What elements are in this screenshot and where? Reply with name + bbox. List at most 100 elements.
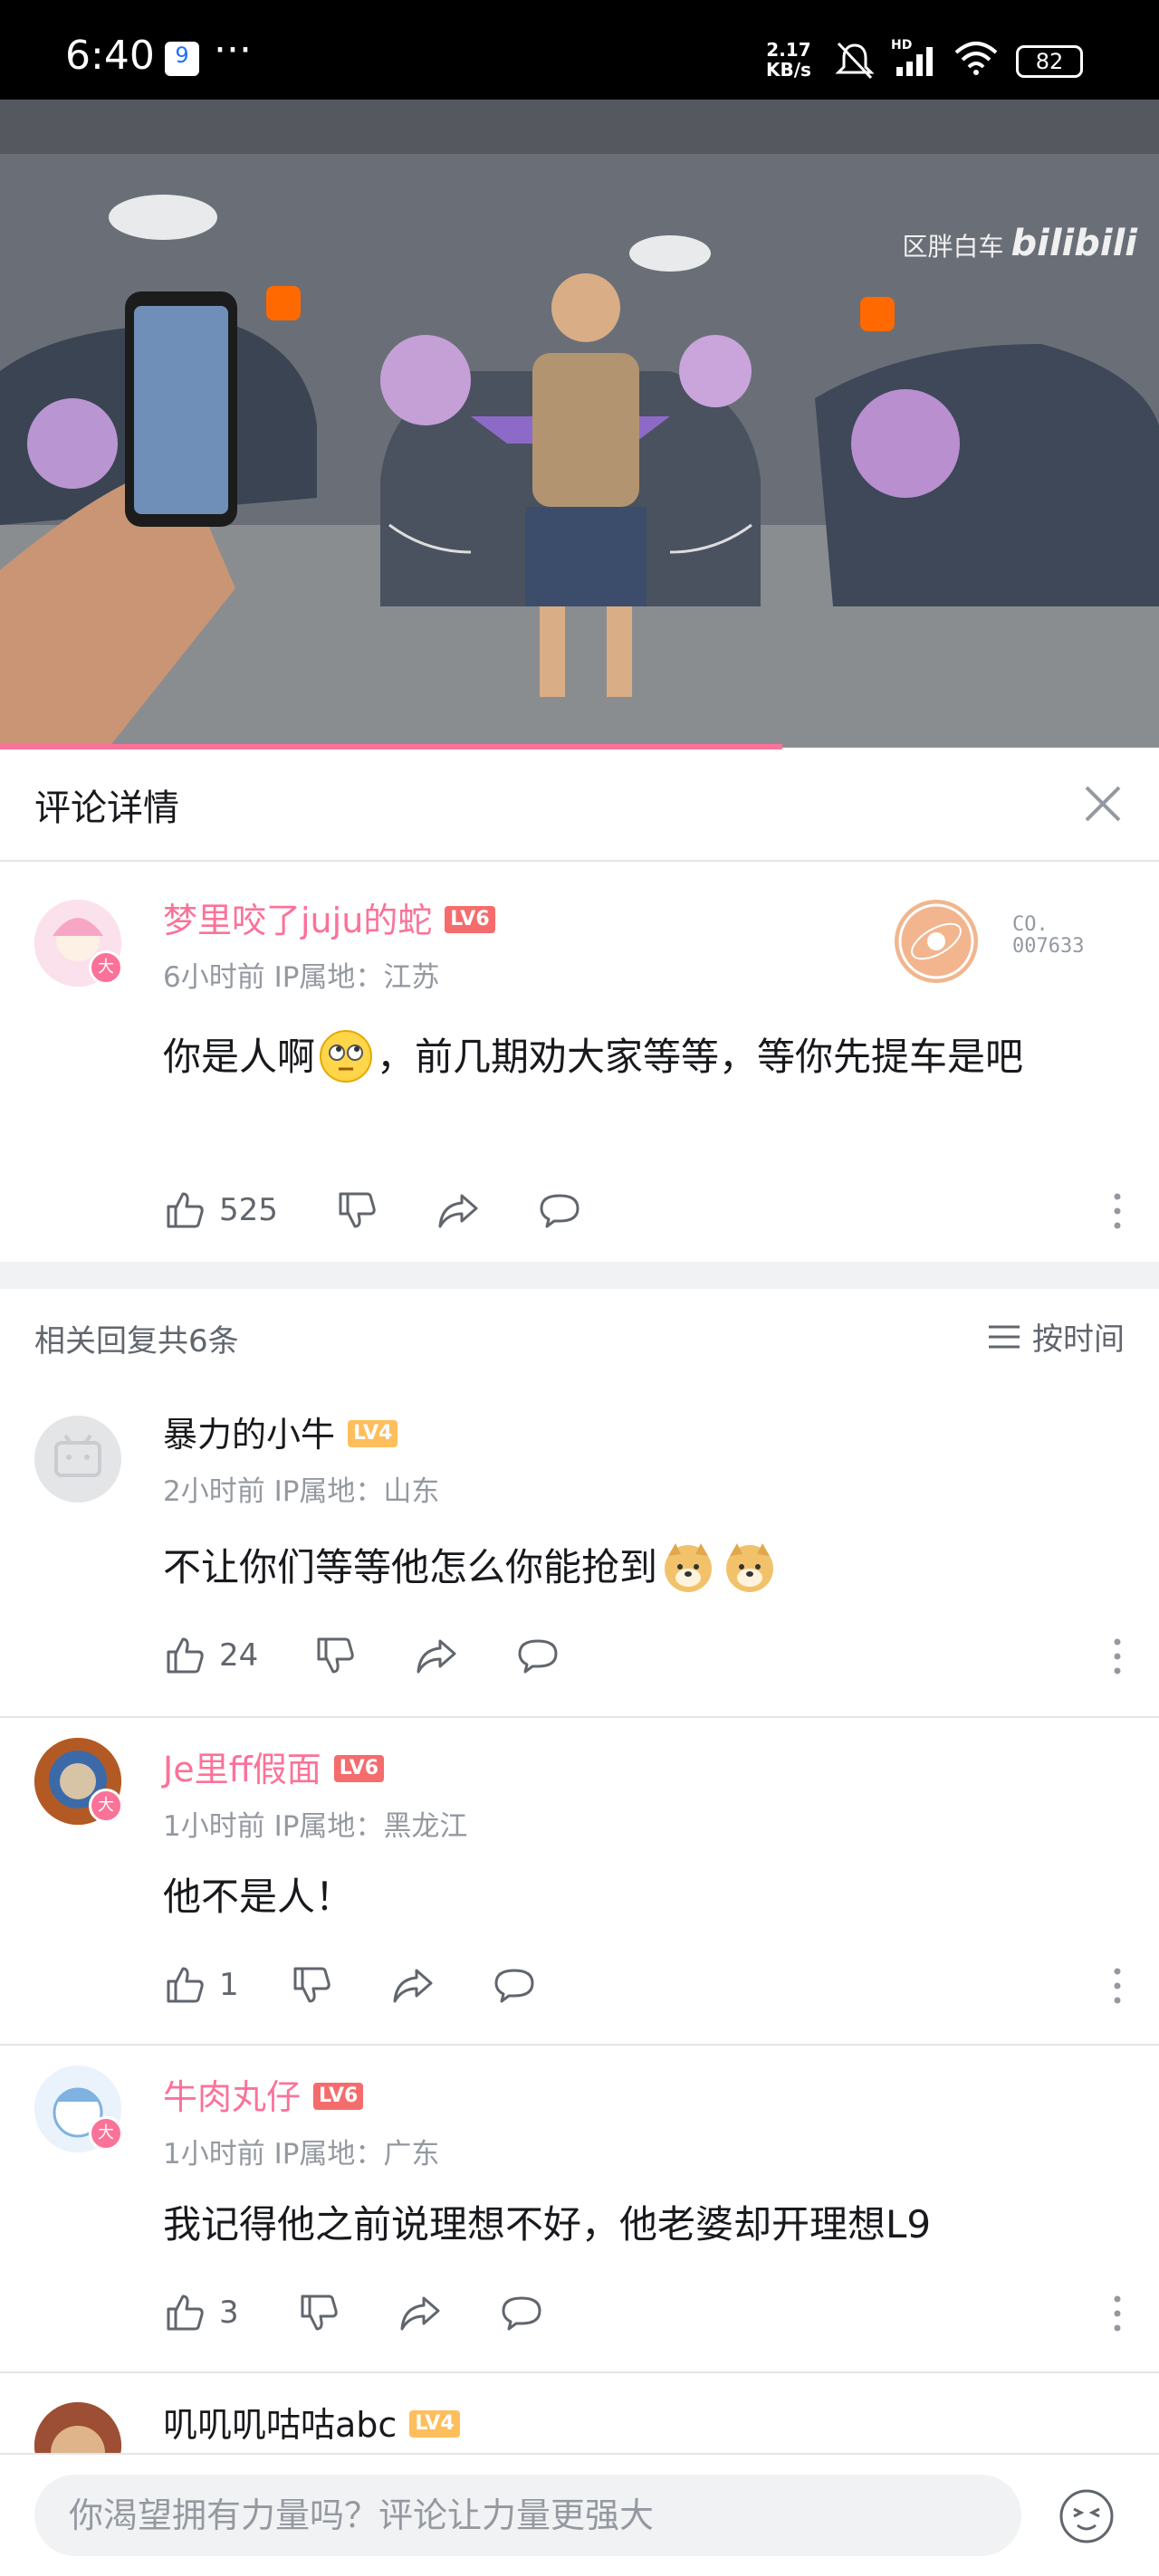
video-progress-bar[interactable] — [0, 744, 782, 749]
share-button[interactable] — [436, 1188, 480, 1233]
comment-text: 我记得他之前说理想不好，他老婆却开理想L9 — [163, 2202, 932, 2247]
username-text: 梦里咬了juju的蛇 — [163, 901, 433, 940]
comment-ip: IP属地：山东 — [273, 1475, 440, 1508]
username[interactable]: 叽叽叽咕咕abc LV4 — [163, 2397, 460, 2447]
big-member-badge: 大 — [89, 2116, 123, 2151]
svg-text:HD: HD — [891, 38, 912, 52]
comment-time: 1小时前 — [163, 2138, 265, 2171]
like-button[interactable]: 24 — [163, 1633, 258, 1678]
comment-meta: 1小时前 IP属地：广东 — [163, 2131, 439, 2171]
more-options-icon[interactable] — [1112, 2294, 1123, 2333]
comment-ip: IP属地：江苏 — [273, 961, 440, 994]
comment-input[interactable] — [34, 2475, 1021, 2556]
comment-meta: 1小时前 IP属地：黑龙江 — [163, 1803, 467, 1844]
share-button[interactable] — [415, 1633, 458, 1678]
like-button[interactable]: 3 — [163, 2290, 239, 2335]
avatar[interactable] — [34, 2402, 121, 2453]
big-member-badge: 大 — [89, 1789, 123, 1823]
bilibili-logo: bilibili — [1011, 223, 1137, 264]
fan-medal-digits: 007633 — [1012, 935, 1085, 958]
sort-list-icon — [989, 1325, 1020, 1348]
video-player[interactable]: 区胖白车 bilibili — [0, 100, 1159, 748]
username-text: 暴力的小牛 — [163, 1415, 336, 1455]
dislike-button[interactable] — [297, 2290, 340, 2335]
comment-meta: 6小时前 IP属地：江苏 — [163, 954, 439, 995]
reply-item: 叽叽叽咕咕abc LV4 — [0, 2373, 1159, 2453]
reply-item: 暴力的小牛 LV4 2小时前 IP属地：山东 不让你们等等他怎么你能抢到 24 — [0, 1388, 1159, 1716]
rolling-eyes-emoji-icon — [320, 1029, 373, 1083]
comment-ip: IP属地：黑龙江 — [273, 1810, 468, 1843]
dislike-button[interactable] — [313, 1633, 357, 1678]
main-comment: 大 梦里咬了juju的蛇 LV6 6小时前 IP属地：江苏 CO. 007633 … — [0, 860, 1159, 1262]
comment-input-bar — [0, 2453, 1159, 2576]
comment-ip: IP属地：广东 — [273, 2138, 440, 2171]
avatar[interactable] — [34, 1416, 121, 1503]
reply-item: 大 Je里ff假面 LV6 1小时前 IP属地：黑龙江 他不是人！ 1 — [0, 1718, 1159, 2044]
default-avatar-icon — [54, 1434, 101, 1477]
comment-detail-header: 评论详情 — [0, 751, 1159, 862]
comment-actions: 525 — [163, 1188, 1123, 1233]
thumbs-down-icon — [301, 2295, 338, 2331]
emoji-picker-icon[interactable] — [1058, 2487, 1116, 2545]
comment-time: 6小时前 — [163, 961, 265, 994]
level-badge: LV4 — [348, 1419, 398, 1447]
thumbs-down-icon — [317, 1637, 354, 1674]
share-button[interactable] — [391, 1962, 435, 2008]
video-watermark: 区胖白车 bilibili — [902, 223, 1137, 264]
dislike-button[interactable] — [335, 1188, 378, 1233]
thumbs-up-icon — [167, 1637, 204, 1674]
like-count: 3 — [219, 2295, 239, 2331]
network-speed: 2.17 KB/s — [766, 40, 811, 80]
reply-count: 相关回复共6条 — [34, 1323, 239, 1360]
share-icon — [400, 2296, 440, 2331]
more-notifications-icon: ··· — [214, 27, 252, 73]
share-button[interactable] — [398, 2290, 442, 2335]
share-icon — [393, 1969, 433, 2003]
avatar-image — [34, 2402, 121, 2453]
username[interactable]: 暴力的小牛 LV4 — [163, 1407, 398, 1456]
like-button[interactable]: 525 — [163, 1188, 278, 1233]
big-member-badge: 大 — [89, 950, 123, 985]
replies-header: 相关回复共6条 按时间 — [0, 1289, 1159, 1388]
like-count: 24 — [219, 1637, 259, 1674]
watermark-text: 区胖白车 — [902, 232, 1004, 262]
more-options-icon[interactable] — [1112, 1191, 1123, 1231]
comment-actions: 3 — [163, 2290, 1123, 2335]
comment-text: 他不是人！ — [163, 1875, 354, 1919]
username-text: 叽叽叽咕咕abc — [163, 2405, 398, 2445]
battery-indicator: 82 — [1016, 45, 1083, 78]
like-count: 1 — [219, 1967, 239, 2003]
sort-label: 按时间 — [1032, 1321, 1125, 1358]
level-badge: LV4 — [409, 2409, 460, 2438]
share-icon — [417, 1639, 456, 1674]
level-badge: LV6 — [313, 2082, 364, 2110]
mute-icon — [835, 42, 875, 80]
network-speed-value: 2.17 — [766, 39, 811, 61]
video-frame — [0, 100, 1159, 748]
username[interactable]: Je里ff假面 LV6 — [163, 1741, 385, 1791]
reply-button[interactable] — [500, 2290, 543, 2335]
reply-button[interactable] — [516, 1633, 560, 1678]
reply-button[interactable] — [538, 1188, 581, 1233]
more-options-icon[interactable] — [1112, 1636, 1123, 1676]
comment-time: 1小时前 — [163, 1810, 265, 1843]
username[interactable]: 牛肉丸仔 LV6 — [163, 2069, 364, 2119]
share-icon — [438, 1194, 478, 1228]
comment-bubble-icon — [540, 1194, 580, 1228]
avatar[interactable]: 大 — [34, 2066, 123, 2152]
avatar[interactable]: 大 — [34, 900, 123, 987]
more-options-icon[interactable] — [1112, 1966, 1123, 2006]
close-icon[interactable] — [1081, 782, 1125, 825]
comment-text-part1: 你是人啊 — [163, 1035, 316, 1079]
reply-button[interactable] — [493, 1962, 536, 2008]
username[interactable]: 梦里咬了juju的蛇 LV6 — [163, 892, 495, 942]
doge-emoji-icon — [726, 1542, 774, 1592]
comment-text: 你是人啊 ，前几期劝大家等等，等你先提车是吧 — [163, 1023, 1105, 1092]
like-button[interactable]: 1 — [163, 1962, 239, 2008]
comment-actions: 1 — [163, 1962, 1123, 2008]
sort-by-time-button[interactable]: 按时间 — [987, 1314, 1125, 1359]
avatar[interactable]: 大 — [34, 1738, 123, 1825]
comment-actions: 24 — [163, 1633, 1123, 1678]
dislike-button[interactable] — [290, 1962, 333, 2008]
fan-medal-icon — [895, 900, 978, 983]
